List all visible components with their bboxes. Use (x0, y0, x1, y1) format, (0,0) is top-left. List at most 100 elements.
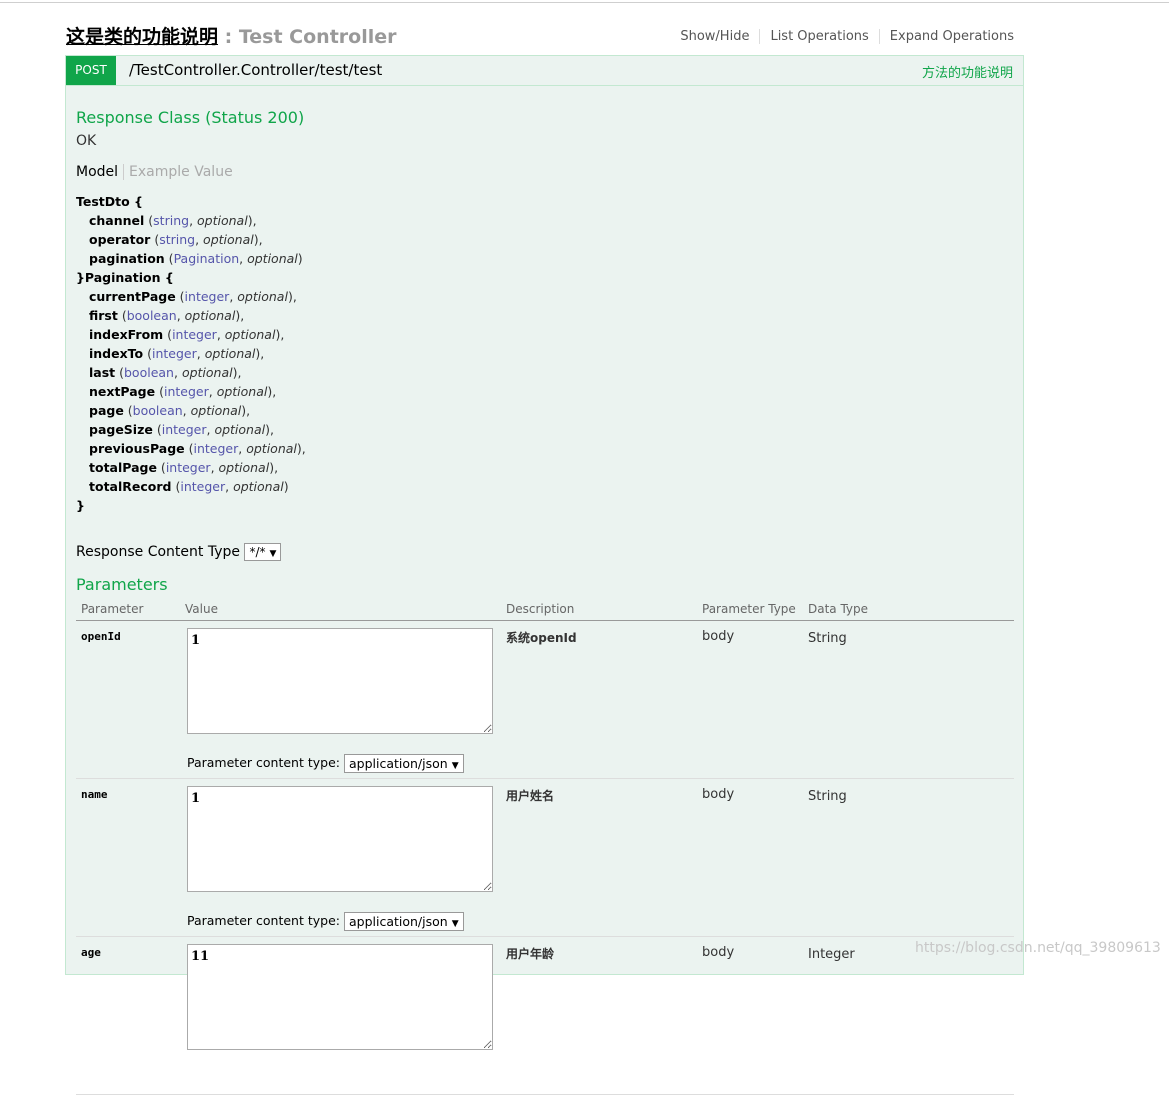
model-field-name: page (89, 403, 124, 418)
controller-actions: Show/Hide List Operations Expand Operation… (670, 29, 1014, 44)
chevron-down-icon: ▼ (451, 919, 459, 929)
model-field-type: integer (172, 327, 217, 342)
operation-summary[interactable]: 方法的功能说明 (922, 62, 1013, 81)
tab-example-value[interactable]: Example Value (124, 164, 233, 180)
response-class-title: Response Class (Status 200) (76, 108, 305, 127)
operation-path[interactable]: /TestController.Controller/test/test (129, 61, 382, 79)
model-field-tail: ), (247, 213, 257, 228)
param-type: body (702, 787, 735, 802)
http-method-badge[interactable]: POST (66, 56, 116, 85)
model-field-name: previousPage (89, 441, 185, 456)
show-hide-link[interactable]: Show/Hide (670, 29, 759, 44)
model-field-tail: ), (275, 327, 285, 342)
model-line: previousPage (integer, optional), (89, 441, 306, 456)
header-description: Description (506, 602, 575, 616)
model-field-type: integer (193, 441, 239, 456)
title-separator: : (218, 26, 239, 48)
controller-title: 这是类的功能说明 : Test Controller (66, 22, 396, 49)
param-value-input[interactable] (187, 786, 493, 892)
tab-model[interactable]: Model (76, 164, 125, 180)
model-field-type: integer (165, 460, 211, 475)
param-description: 用户姓名 (506, 789, 555, 803)
param-content-type-select[interactable]: application/json ▼ (343, 912, 464, 931)
model-line: channel (string, optional), (89, 213, 257, 228)
param-description: 系统openId (506, 631, 577, 645)
model-field-optional: optional (203, 232, 254, 247)
model-line: totalPage (integer, optional), (89, 460, 279, 475)
param-content-type-select[interactable]: application/json ▼ (343, 754, 464, 773)
table-row: openId 系统openId body String Parameter co… (76, 621, 1014, 779)
chevron-down-icon: ▼ (451, 761, 459, 771)
header-parameter-type: Parameter Type (702, 602, 796, 616)
model-field-type: boolean (132, 403, 183, 418)
param-type: body (702, 945, 735, 960)
list-operations-link[interactable]: List Operations (759, 29, 879, 44)
model-line: last (boolean, optional), (89, 365, 242, 380)
header-data-type: Data Type (808, 602, 869, 616)
model-field-type: boolean (124, 365, 174, 380)
response-content-type-select[interactable]: */* ▼ (244, 543, 282, 561)
model-line: }Pagination { (76, 268, 306, 287)
model-field-optional: optional (246, 441, 297, 456)
model-field-tail: ), (265, 422, 274, 437)
model-line: currentPage (integer, optional), (89, 289, 297, 304)
param-name: name (81, 788, 108, 801)
model-line: totalRecord (integer, optional) (89, 479, 289, 494)
model-field-name: } (76, 498, 85, 513)
chevron-down-icon: ▼ (269, 549, 277, 559)
param-description: 用户年龄 (506, 947, 555, 961)
param-content-type-value: application/json (348, 914, 448, 929)
model-field-type: integer (161, 422, 207, 437)
model-field-optional: optional (184, 308, 236, 323)
model-field-optional: optional (214, 422, 266, 437)
model-field-name: indexTo (89, 346, 144, 361)
response-content-type-value: */* (249, 545, 266, 559)
param-content-type-value: application/json (348, 756, 448, 771)
param-value-input[interactable] (187, 628, 493, 734)
model-field-type: string (153, 213, 190, 228)
parameters-table: Parameter Value Description Parameter Ty… (76, 598, 1014, 1095)
param-content-type: Parameter content type: application/json… (187, 754, 464, 773)
model-field-tail: ), (235, 308, 245, 323)
table-row: age 用户年龄 body Integer (76, 937, 1014, 1095)
model-field-tail: ), (287, 289, 297, 304)
model-field-name: indexFrom (89, 327, 164, 342)
param-name: age (81, 946, 101, 959)
model-field-tail: ), (267, 384, 277, 399)
model-field-optional: optional (218, 460, 270, 475)
expand-operations-link[interactable]: Expand Operations (878, 29, 1014, 44)
controller-title-link[interactable]: 这是类的功能说明 (66, 26, 218, 48)
header-value: Value (185, 602, 218, 616)
model-field-name: first (89, 308, 118, 323)
model-field-optional: optional (247, 251, 298, 266)
param-data-type: String (808, 789, 847, 804)
model-line: nextPage (integer, optional), (89, 384, 277, 399)
param-data-type: String (808, 631, 847, 646)
parameters-title: Parameters (76, 575, 168, 594)
model-field-type: string (159, 232, 196, 247)
model-line: indexFrom (integer, optional), (89, 327, 285, 342)
model-field-tail: ), (253, 232, 263, 247)
model-line: TestDto { (76, 192, 306, 211)
model-line: page (boolean, optional), (89, 403, 251, 418)
model-line: } (76, 496, 306, 515)
model-field-name: last (89, 365, 116, 380)
model-line: first (boolean, optional), (89, 308, 245, 323)
controller-name: Test Controller (238, 26, 397, 48)
top-divider (0, 2, 1169, 3)
controller-header: 这是类的功能说明 : Test Controller Show/Hide List… (66, 22, 1014, 52)
model-field-type: integer (184, 289, 230, 304)
model-schema: TestDto {channel (string, optional), oper… (76, 192, 306, 515)
model-field-type: integer (163, 384, 209, 399)
model-field-optional: optional (204, 346, 256, 361)
model-field-tail: ), (255, 346, 265, 361)
model-field-optional: optional (181, 365, 233, 380)
model-field-tail: ) (297, 251, 303, 266)
model-line: pageSize (integer, optional), (89, 422, 274, 437)
param-value-input[interactable] (187, 944, 493, 1050)
model-field-optional: optional (224, 327, 276, 342)
model-line: pagination (Pagination, optional) (89, 251, 303, 266)
model-field-optional: optional (190, 403, 242, 418)
model-field-name: TestDto { (76, 194, 143, 209)
operation-heading[interactable]: POST /TestController.Controller/test/tes… (66, 56, 1023, 86)
